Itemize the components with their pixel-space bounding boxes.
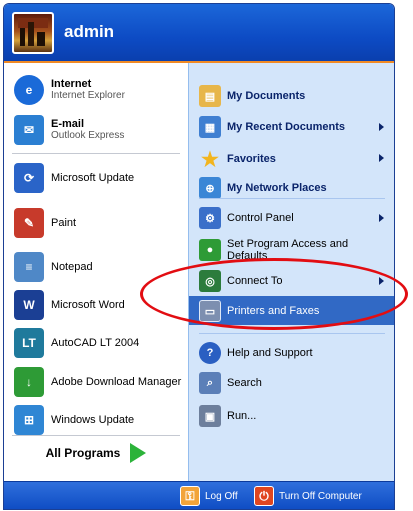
place-favorites[interactable]: ★ Favorites xyxy=(199,148,276,171)
start-menu-footer: ⚿ Log Off ⏻ Turn Off Computer xyxy=(4,481,394,509)
help-icon: ? xyxy=(199,342,221,364)
start-menu-header: admin xyxy=(4,4,394,63)
my-documents-icon: ▤ xyxy=(199,85,221,107)
outlook-express-icon: ✉ xyxy=(14,115,44,145)
run-icon: ▣ xyxy=(199,405,221,427)
favorites-star-icon: ★ xyxy=(201,148,219,171)
submenu-arrow-icon xyxy=(379,123,384,131)
recent-paint[interactable]: ✎ Paint xyxy=(14,208,76,238)
recent-adobe-download-manager[interactable]: ↓ Adobe Download Manager xyxy=(14,367,181,397)
recent-autocad[interactable]: LT AutoCAD LT 2004 xyxy=(14,328,139,358)
microsoft-update-icon: ⟳ xyxy=(14,163,44,193)
green-arrow-icon xyxy=(130,443,147,463)
user-name: admin xyxy=(64,22,115,41)
system-separator xyxy=(199,333,385,334)
notepad-icon: ≡ xyxy=(14,252,44,282)
power-icon: ⏻ xyxy=(254,486,274,506)
system-control-panel[interactable]: ⚙ Control Panel xyxy=(199,207,294,229)
place-my-recent-documents[interactable]: ▦ My Recent Documents xyxy=(199,116,345,138)
log-off-button[interactable]: ⚿ Log Off xyxy=(180,486,238,506)
network-places-icon: ⊕ xyxy=(199,177,221,199)
autocad-icon: LT xyxy=(14,328,44,358)
submenu-arrow-icon xyxy=(379,214,384,222)
search[interactable]: ⌕ Search xyxy=(199,372,262,394)
pinned-separator xyxy=(12,153,180,154)
microsoft-word-icon: W xyxy=(14,290,44,320)
places-separator xyxy=(199,198,385,199)
control-panel-icon: ⚙ xyxy=(199,207,221,229)
pinned-email[interactable]: ✉ E-mail Outlook Express xyxy=(14,115,124,145)
help-and-support[interactable]: ? Help and Support xyxy=(199,342,313,364)
place-my-documents[interactable]: ▤ My Documents xyxy=(199,85,305,107)
recent-notepad[interactable]: ≡ Notepad xyxy=(14,252,93,282)
windows-update-icon: ⊞ xyxy=(14,405,44,435)
recent-windows-update[interactable]: ⊞ Windows Update xyxy=(14,405,134,435)
paint-icon: ✎ xyxy=(14,208,44,238)
recent-documents-icon: ▦ xyxy=(199,116,221,138)
place-my-network-places[interactable]: ⊕ My Network Places xyxy=(199,177,327,199)
red-annotation-ellipse xyxy=(140,258,408,330)
all-programs-button[interactable]: All Programs xyxy=(4,438,188,468)
left-column: e Internet Internet Explorer ✉ E-mail Outl… xyxy=(4,63,188,481)
internet-explorer-icon: e xyxy=(14,75,44,105)
search-icon: ⌕ xyxy=(199,372,221,394)
user-avatar[interactable] xyxy=(12,12,54,54)
start-menu: admin e Internet Internet Explorer ✉ E-ma… xyxy=(3,3,395,510)
pinned-internet[interactable]: e Internet Internet Explorer xyxy=(14,75,125,105)
recent-microsoft-update[interactable]: ⟳ Microsoft Update xyxy=(14,163,134,193)
adobe-download-manager-icon: ↓ xyxy=(14,367,44,397)
log-off-icon: ⚿ xyxy=(180,486,200,506)
all-programs-separator xyxy=(12,435,180,436)
program-access-icon: ● xyxy=(199,239,221,261)
run[interactable]: ▣ Run... xyxy=(199,405,256,427)
submenu-arrow-icon xyxy=(379,154,384,162)
recent-microsoft-word[interactable]: W Microsoft Word xyxy=(14,290,125,320)
turn-off-button[interactable]: ⏻ Turn Off Computer xyxy=(254,486,362,506)
